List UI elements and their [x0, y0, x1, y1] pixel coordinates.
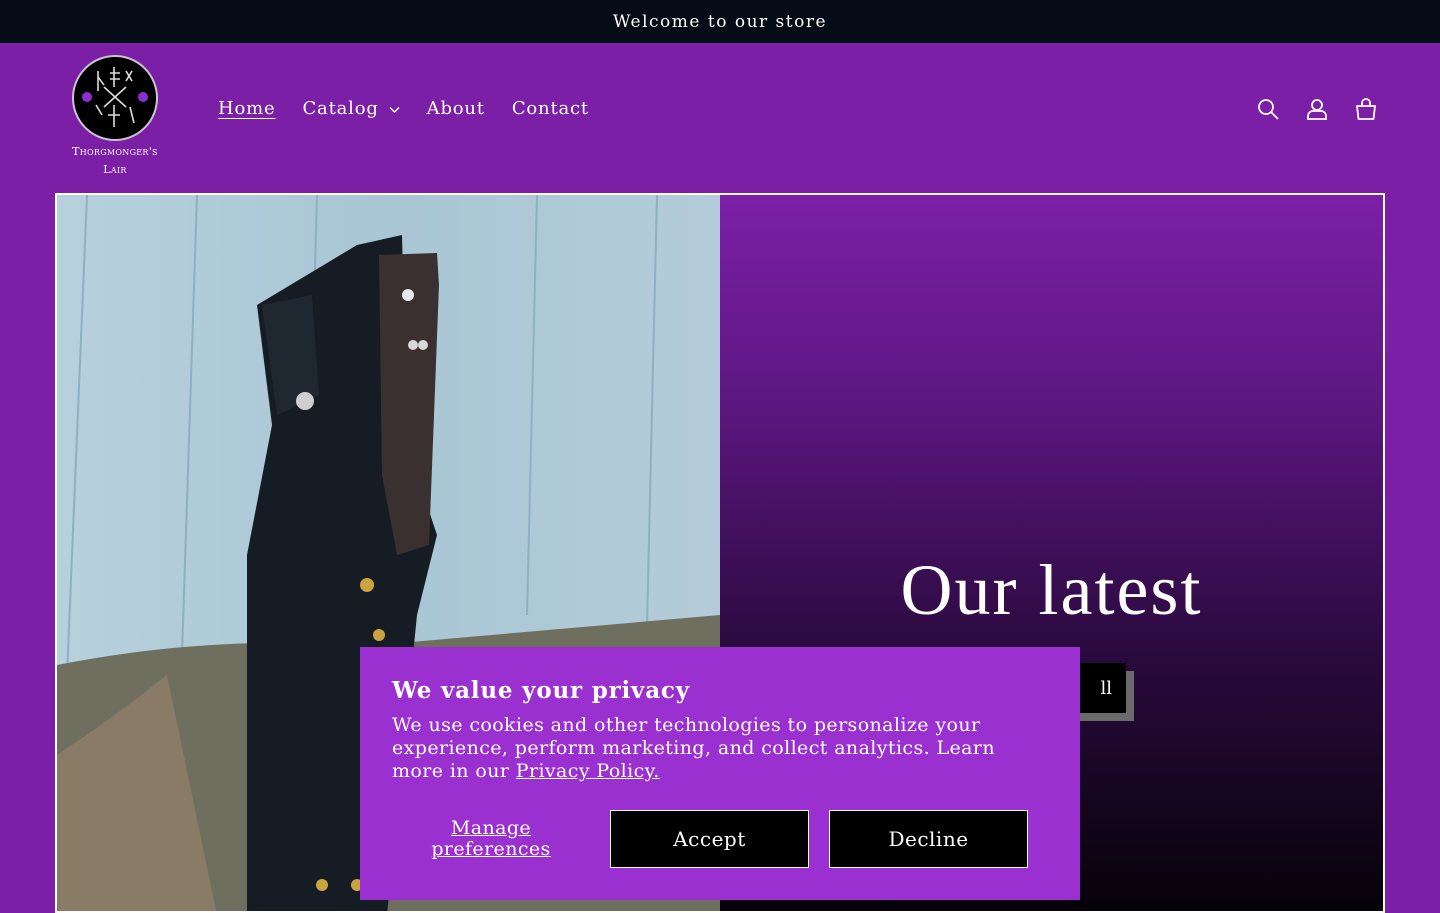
announcement-bar: Welcome to our store [0, 0, 1440, 43]
accept-button[interactable]: Accept [610, 810, 809, 868]
logo-text-line1: Thorgmonger's [72, 145, 158, 158]
account-icon[interactable] [1305, 97, 1329, 121]
search-icon[interactable] [1256, 97, 1280, 121]
store-logo[interactable]: Thorgmonger's Lair [64, 55, 166, 176]
announcement-text: Welcome to our store [612, 11, 828, 32]
site-header: Thorgmonger's Lair Home Catalog About Co… [0, 43, 1440, 193]
logo-text-line2: Lair [103, 163, 127, 176]
nav-home-label: Home [218, 98, 276, 119]
nav-catalog-label: Catalog [302, 98, 379, 119]
consent-title: We value your privacy [392, 677, 690, 704]
nav-contact[interactable]: Contact [512, 98, 589, 119]
chevron-down-icon [389, 103, 400, 117]
hero-heading: Our latest [900, 550, 1203, 630]
nav-contact-label: Contact [511, 98, 589, 119]
manage-preferences-link[interactable]: Manage preferences [392, 818, 590, 860]
decline-button[interactable]: Decline [829, 810, 1028, 868]
logo-text: Thorgmonger's Lair [64, 143, 166, 179]
consent-body: We use cookies and other technologies to… [392, 714, 1048, 783]
logo-emblem [72, 55, 158, 141]
cookie-consent-banner: We value your privacy We use cookies and… [360, 647, 1080, 900]
consent-body-text: We use cookies and other technologies to… [392, 714, 995, 782]
header-icons [1256, 97, 1378, 121]
consent-actions: Manage preferences Accept Decline [392, 810, 1028, 868]
nav-about[interactable]: About [427, 98, 485, 119]
nav-catalog[interactable]: Catalog [302, 98, 400, 119]
privacy-policy-link[interactable]: Privacy Policy. [516, 760, 660, 782]
cart-icon[interactable] [1354, 97, 1378, 121]
nav-about-label: About [426, 98, 485, 119]
nav-home[interactable]: Home [218, 98, 275, 119]
main-nav: Home Catalog About Contact [218, 98, 589, 119]
